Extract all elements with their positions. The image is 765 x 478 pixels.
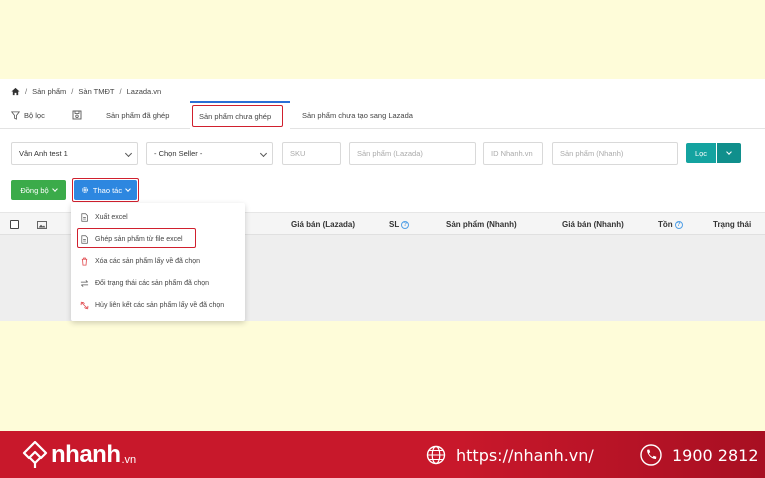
highlight-box-operations	[72, 178, 139, 202]
id-nhanh-placeholder: ID Nhanh.vn	[491, 149, 533, 158]
brand-logo: nhanh .vn	[22, 439, 136, 471]
seller-select-value: - Chọn Seller -	[154, 149, 203, 158]
image-column-header	[37, 213, 47, 236]
hotline-number: 1900 2812	[672, 445, 759, 465]
menu-item-label: Xuất excel	[95, 213, 128, 221]
funnel-icon	[11, 110, 20, 120]
sku-input[interactable]: SKU	[282, 142, 341, 165]
menu-item-label: Xóa các sản phẩm lấy về đã chọn	[95, 257, 201, 265]
seller-select[interactable]: - Chọn Seller -	[146, 142, 273, 165]
nhanh-logo-icon	[22, 441, 48, 468]
chevron-down-icon	[124, 149, 133, 158]
product-nhanh-placeholder: Sản phẩm (Nhanh)	[560, 149, 624, 158]
tab-bar: Bộ lọc Sản phẩm đã ghép Sản phẩm chưa gh…	[0, 101, 765, 129]
menu-item-export-excel[interactable]: Xuất excel	[80, 210, 128, 224]
tab-not-created-products[interactable]: Sản phẩm chưa tạo sang Lazada	[302, 101, 413, 129]
breadcrumb: / Sản phẩm / Sàn TMĐT / Lazada.vn	[11, 86, 161, 96]
globe-icon	[426, 445, 446, 465]
menu-item-change-status[interactable]: Đổi trạng thái các sản phẩm đã chọn	[80, 276, 209, 290]
product-lazada-input[interactable]: Sản phẩm (Lazada)	[349, 142, 476, 165]
help-icon[interactable]: ?	[401, 220, 410, 229]
column-stock-label: Tồn	[658, 220, 673, 229]
filter-button-label: Lọc	[694, 148, 708, 158]
swap-icon	[80, 279, 89, 287]
chevron-down-icon	[51, 186, 58, 192]
tab-filter[interactable]: Bộ lọc	[11, 101, 45, 129]
tab-matched-label: Sản phẩm đã ghép	[106, 110, 170, 120]
column-stock[interactable]: Tồn ?	[658, 213, 683, 236]
save-icon	[72, 110, 82, 120]
tab-matched-products[interactable]: Sản phẩm đã ghép	[106, 101, 169, 129]
filter-options-button[interactable]	[717, 143, 741, 163]
menu-item-label: Hủy liên kết các sản phẩm lấy về đã chọn	[95, 301, 225, 309]
brand-suffix: .vn	[121, 453, 137, 466]
checkbox[interactable]	[10, 220, 19, 229]
sync-button-label: Đồng bộ	[20, 185, 49, 195]
hotline[interactable]: 1900 2812	[640, 443, 759, 467]
trash-icon	[81, 257, 88, 266]
tab-save-filter[interactable]	[72, 101, 82, 129]
chevron-down-icon	[259, 149, 268, 158]
product-lazada-placeholder: Sản phẩm (Lazada)	[357, 149, 423, 158]
menu-item-label: Đổi trạng thái các sản phẩm đã chọn	[95, 279, 210, 287]
select-all-checkbox[interactable]	[10, 213, 19, 236]
unlink-icon	[80, 301, 89, 309]
highlight-box-menu-item	[77, 228, 196, 248]
tab-filter-label: Bộ lọc	[24, 110, 45, 120]
column-status[interactable]: Trạng thái	[713, 213, 751, 236]
column-price-nhanh[interactable]: Giá bán (Nhanh)	[562, 213, 624, 236]
footer-banner: nhanh .vn https://nhanh.vn/ 1900 2812	[0, 431, 765, 478]
breadcrumb-item-products[interactable]: Sản phẩm	[32, 87, 66, 96]
phone-icon	[640, 444, 662, 466]
website-url: https://nhanh.vn/	[456, 445, 594, 465]
column-product-nhanh[interactable]: Sản phẩm (Nhanh)	[446, 213, 517, 236]
home-icon[interactable]	[11, 87, 20, 96]
column-price-lazada[interactable]: Giá bán (Lazada)	[291, 213, 355, 236]
breadcrumb-item-ecommerce[interactable]: Sàn TMĐT	[78, 87, 114, 96]
sku-input-placeholder: SKU	[290, 149, 306, 158]
help-icon[interactable]: ?	[674, 220, 683, 229]
image-icon	[37, 220, 47, 229]
shop-select-value: Vân Anh test 1	[19, 149, 68, 158]
tab-not-created-label: Sản phẩm chưa tạo sang Lazada	[302, 110, 413, 120]
id-nhanh-input[interactable]: ID Nhanh.vn	[483, 142, 543, 165]
website-link[interactable]: https://nhanh.vn/	[426, 443, 594, 467]
shop-select[interactable]: Vân Anh test 1	[11, 142, 138, 165]
file-icon	[81, 212, 88, 222]
sync-button[interactable]: Đồng bộ	[11, 180, 66, 200]
breadcrumb-item-lazada: Lazada.vn	[126, 86, 162, 96]
menu-item-delete-selected[interactable]: Xóa các sản phẩm lấy về đã chọn	[80, 254, 200, 268]
filter-button[interactable]: Lọc	[686, 143, 716, 163]
menu-item-unlink-selected[interactable]: Hủy liên kết các sản phẩm lấy về đã chọn	[80, 298, 224, 312]
brand-name: nhanh	[51, 441, 121, 468]
chevron-down-icon	[726, 149, 732, 155]
product-nhanh-input[interactable]: Sản phẩm (Nhanh)	[552, 142, 678, 165]
column-quantity-label: SL	[389, 220, 400, 229]
highlight-box-tab	[192, 105, 283, 127]
operations-dropdown-menu: Xuất excel Ghép sản phẩm từ file excel X…	[71, 203, 245, 321]
column-quantity[interactable]: SL ?	[389, 213, 410, 236]
